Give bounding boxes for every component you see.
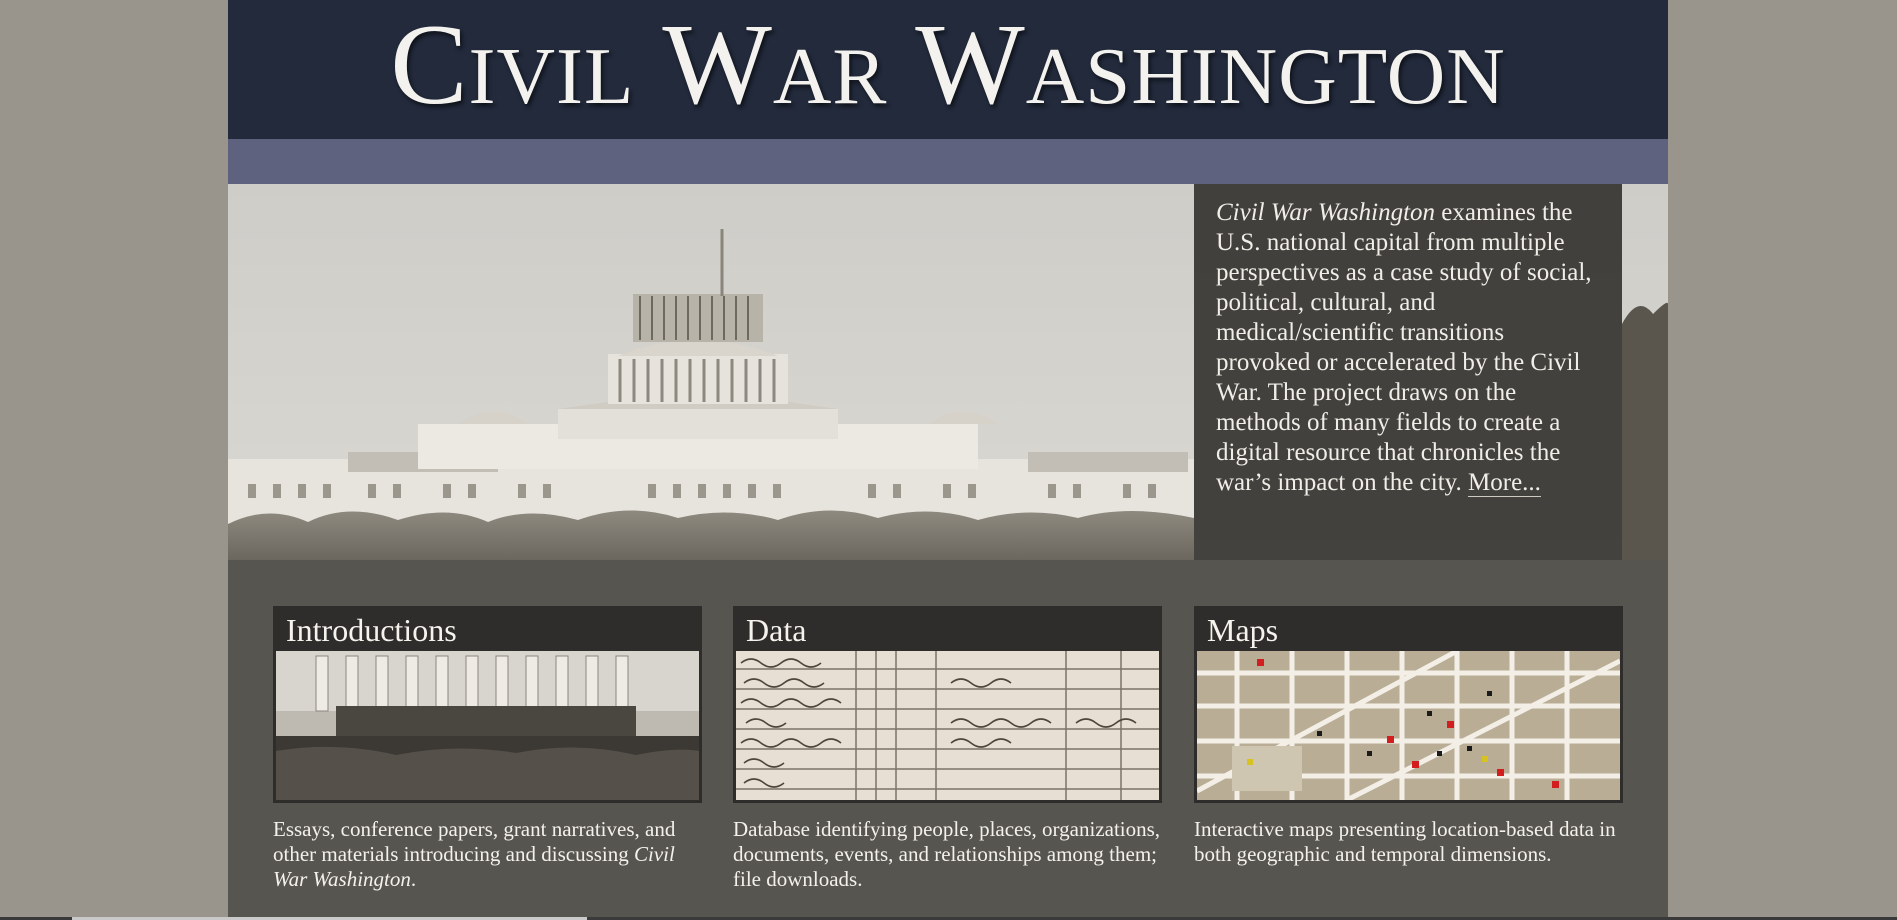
- card-desc-maps: Interactive maps presenting location-bas…: [1194, 817, 1616, 866]
- inauguration-photo[interactable]: [273, 651, 702, 803]
- city-map-image[interactable]: [1194, 651, 1623, 803]
- hero-banner: Civil War Washington examines the U.S. n…: [228, 184, 1668, 560]
- intro-title: Civil War Washington: [1216, 199, 1436, 226]
- intro-panel: Civil War Washington examines the U.S. n…: [1194, 184, 1622, 560]
- card-desc-text: Essays, conference papers, grant narrati…: [273, 817, 676, 866]
- card-desc-data: Database identifying people, places, org…: [733, 817, 1161, 891]
- intro-text: examines the U.S. national capital from …: [1216, 199, 1592, 496]
- card-introductions: Introductions Essays, conference papers,…: [273, 606, 702, 892]
- site-title[interactable]: Civil War Washington: [390, 7, 1506, 123]
- card-title-introductions[interactable]: Introductions: [273, 606, 702, 651]
- card-maps: Maps Interactive maps presenting locatio…: [1194, 606, 1623, 867]
- card-title-data[interactable]: Data: [733, 606, 1162, 651]
- nav-band: [228, 139, 1668, 184]
- card-desc-end: .: [410, 867, 417, 891]
- census-ledger-image[interactable]: [733, 651, 1162, 803]
- card-desc-introductions: Essays, conference papers, grant narrati…: [273, 817, 702, 892]
- masthead: Civil War Washington: [228, 0, 1668, 139]
- features-section: Introductions Essays, conference papers,…: [228, 560, 1668, 920]
- card-title-maps[interactable]: Maps: [1194, 606, 1623, 651]
- card-data: Data Database identifying people, places…: [733, 606, 1162, 892]
- more-link[interactable]: More...: [1468, 469, 1541, 497]
- page: Civil War Washington Civil War Washingto…: [228, 0, 1668, 920]
